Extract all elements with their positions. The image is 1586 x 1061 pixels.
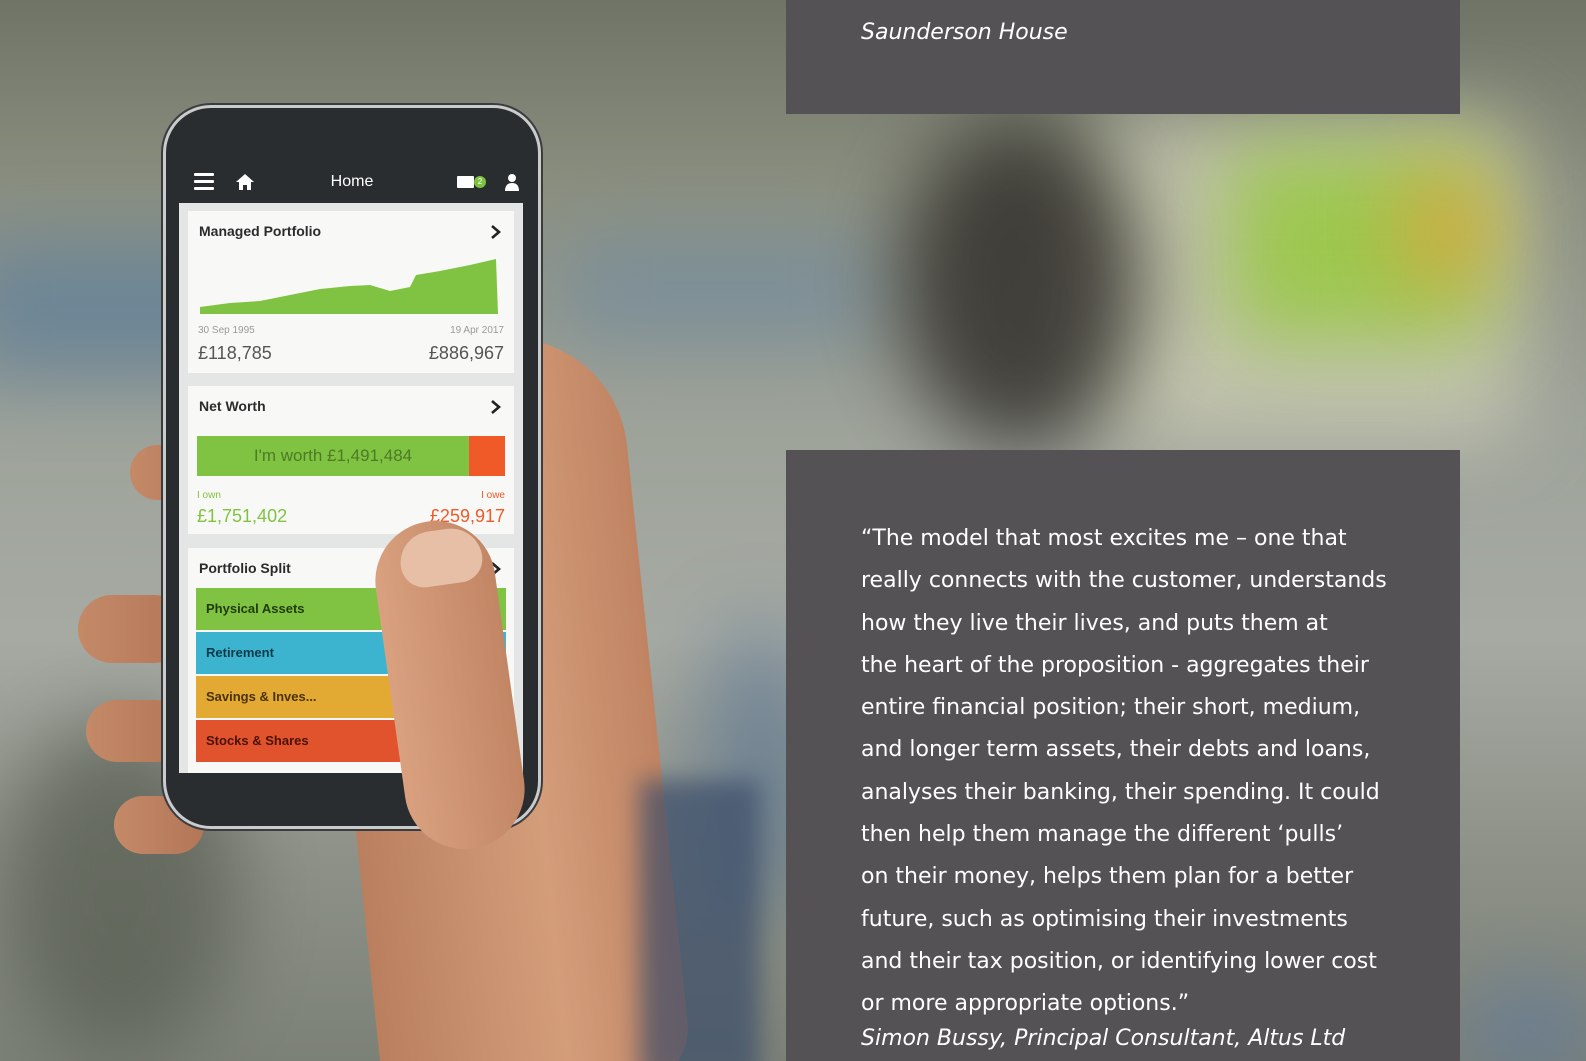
net-worth-bar-label: I'm worth £1,491,484 [197, 436, 469, 476]
quote-line: and their tax position, or identifying l… [861, 948, 1377, 974]
start-date: 30 Sep 1995 [198, 325, 255, 336]
quote-line: how they live their lives, and puts them… [861, 610, 1328, 636]
portfolio-sparkline [200, 259, 498, 314]
quote-line: and longer term assets, their debts and … [861, 737, 1371, 763]
portfolio-split-label: Savings & Inves... [206, 689, 317, 704]
end-value: £886,967 [428, 343, 504, 363]
quote-line: analyses their banking, their spending. … [861, 779, 1380, 805]
portfolio-split-label: Stocks & Shares [206, 733, 309, 748]
app-header: Home 2 [174, 163, 530, 203]
net-worth-bar: I'm worth £1,491,484 [197, 436, 505, 476]
quote-text: “The model that most excites me – one th… [861, 518, 1421, 1026]
managed-portfolio-card[interactable]: Managed Portfolio 30 Sep 1995 19 Apr 201… [188, 211, 514, 373]
own-value: £1,751,402 [197, 506, 288, 526]
portfolio-split-label: Retirement [206, 645, 274, 660]
mail-icon[interactable] [457, 176, 474, 188]
card-title: Managed Portfolio [199, 223, 322, 239]
quote-line: future, such as optimising their investm… [861, 906, 1348, 932]
quote-line: the heart of the proposition - aggregate… [861, 652, 1369, 678]
quote-line: or more appropriate options.” [861, 991, 1190, 1017]
card-title: Portfolio Split [199, 560, 291, 576]
portfolio-split-label: Physical Assets [206, 601, 305, 616]
own-label: I own [197, 490, 221, 501]
quote-panel: “The model that most excites me – one th… [786, 450, 1460, 1061]
chevron-right-icon[interactable] [488, 225, 502, 239]
user-icon[interactable] [504, 173, 520, 191]
quote-line: entire financial position; their short, … [861, 695, 1361, 721]
end-date: 19 Apr 2017 [450, 325, 504, 336]
quote-line: then help them manage the different ‘pul… [861, 822, 1344, 848]
quote-line: on their money, helps them plan for a be… [861, 864, 1354, 890]
quote-attribution: Simon Bussy, Principal Consultant, Altus… [861, 1026, 1346, 1051]
card-title: Net Worth [199, 398, 266, 414]
chevron-right-icon[interactable] [488, 400, 502, 414]
quote-line: really connects with the customer, under… [861, 568, 1387, 594]
owe-label: I owe [481, 490, 505, 501]
sleeve [640, 780, 760, 1061]
quote-attribution: Saunderson House [861, 20, 1068, 45]
quote-panel-top: Saunderson House [786, 0, 1460, 114]
net-worth-card[interactable]: Net Worth I'm worth £1,491,484 I own I o… [188, 386, 514, 534]
mail-badge: 2 [474, 176, 486, 188]
quote-line: “The model that most excites me – one th… [861, 526, 1347, 551]
start-value: £118,785 [198, 343, 272, 363]
